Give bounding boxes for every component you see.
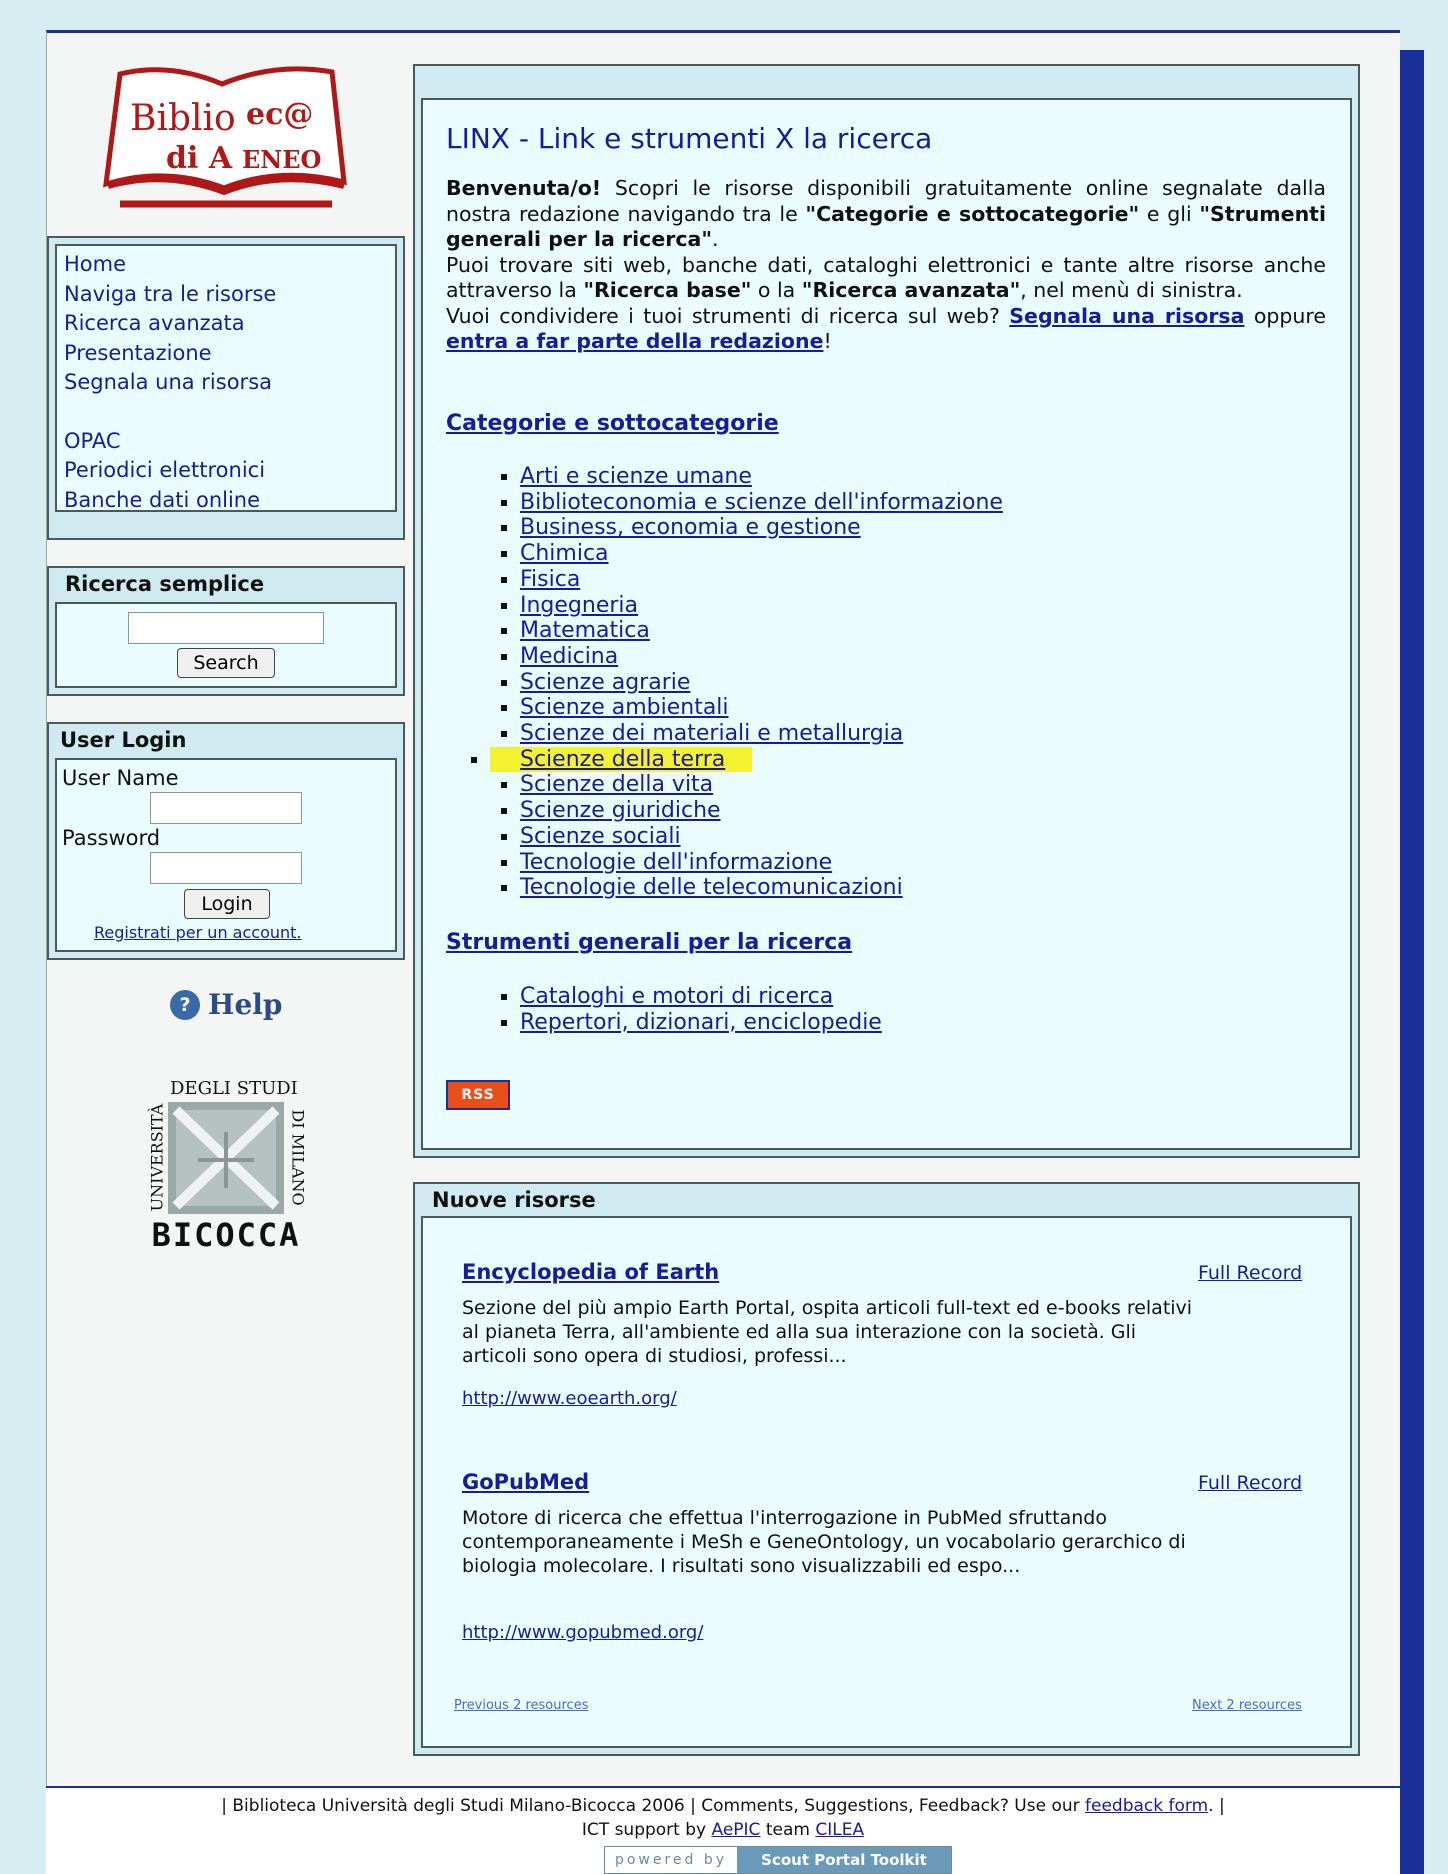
footer: | Biblioteca Università degli Studi Mila…	[46, 1786, 1400, 1874]
tools-list: Cataloghi e motori di ricercaRepertori, …	[470, 984, 882, 1035]
category-link[interactable]: Scienze agrarie	[520, 670, 690, 695]
category-link[interactable]: Scienze giuridiche	[520, 798, 721, 823]
category-item: Scienze della terra	[490, 746, 752, 773]
tools-heading[interactable]: Strumenti generali per la ricerca	[446, 930, 852, 955]
category-link[interactable]: Scienze della terra	[520, 747, 725, 772]
nav-periodici[interactable]: Periodici elettronici	[64, 456, 276, 486]
svg-text:ec@: ec@	[246, 97, 313, 132]
category-item: Tecnologie dell'informazione	[520, 850, 1003, 876]
category-link[interactable]: Fisica	[520, 567, 580, 592]
redazione-link[interactable]: entra a far parte della redazione	[446, 329, 823, 353]
nav-home[interactable]: Home	[64, 250, 276, 280]
category-link[interactable]: Scienze dei materiali e metallurgia	[520, 721, 903, 746]
search-input[interactable]	[128, 612, 324, 644]
resource-2-full-record[interactable]: Full Record	[1198, 1472, 1302, 1494]
search-panel-title: Ricerca semplice	[65, 572, 265, 596]
resource-1-desc: Sezione del più ampio Earth Portal, ospi…	[462, 1297, 1193, 1367]
category-item: Scienze giuridiche	[520, 798, 1003, 824]
page-title: LINX - Link e strumenti X la ricerca	[446, 122, 933, 155]
category-link[interactable]: Business, economia e gestione	[520, 515, 861, 540]
category-item: Arti e scienze umane	[520, 464, 1003, 490]
resource-2-url[interactable]: http://www.gopubmed.org/	[462, 1622, 703, 1643]
category-item: Chimica	[520, 541, 1003, 567]
tool-link[interactable]: Cataloghi e motori di ricerca	[520, 984, 833, 1009]
feedback-link[interactable]: feedback form	[1085, 1796, 1208, 1816]
footer-line-1: | Biblioteca Università degli Studi Mila…	[221, 1796, 1225, 1816]
search-button[interactable]: Search	[177, 648, 275, 678]
category-link[interactable]: Ingegneria	[520, 593, 638, 618]
category-link[interactable]: Scienze ambientali	[520, 695, 729, 720]
resource-2-title[interactable]: GoPubMed	[462, 1470, 589, 1494]
category-link[interactable]: Tecnologie dell'informazione	[520, 850, 832, 875]
new-resources-title: Nuove risorse	[432, 1188, 596, 1212]
categories-heading[interactable]: Categorie e sottocategorie	[446, 411, 779, 436]
username-label: User Name	[62, 766, 179, 790]
svg-text:ENEO: ENEO	[242, 145, 321, 174]
nav-banche-dati[interactable]: Banche dati online	[64, 486, 276, 516]
help-icon: ?	[170, 989, 200, 1020]
nav-naviga[interactable]: Naviga tra le risorse	[64, 280, 276, 310]
category-item: Scienze dei materiali e metallurgia	[520, 721, 1003, 747]
category-link[interactable]: Chimica	[520, 541, 609, 566]
category-item: Matematica	[520, 618, 1003, 644]
powered-by-badge[interactable]: powered by Scout Portal Toolkit	[604, 1846, 952, 1874]
category-item: Scienze ambientali	[520, 695, 1003, 721]
username-field[interactable]	[150, 792, 302, 824]
category-link[interactable]: Scienze della vita	[520, 772, 713, 797]
resource-1-title[interactable]: Encyclopedia of Earth	[462, 1260, 719, 1284]
nav-opac[interactable]: OPAC	[64, 427, 276, 457]
rss-button[interactable]: RSS	[446, 1080, 510, 1110]
category-item: Ingegneria	[520, 593, 1003, 619]
login-panel-title: User Login	[60, 728, 187, 752]
nav-presentazione[interactable]: Presentazione	[64, 339, 276, 369]
previous-resources-link[interactable]: Previous 2 resources	[454, 1698, 588, 1713]
help-link[interactable]: ? Help	[170, 988, 282, 1021]
category-item: Business, economia e gestione	[520, 515, 1003, 541]
tool-link[interactable]: Repertori, dizionari, enciclopedie	[520, 1010, 882, 1035]
register-link[interactable]: Registrati per un account.	[94, 923, 302, 942]
category-link[interactable]: Tecnologie delle telecomunicazioni	[520, 875, 903, 900]
resource-2-desc: Motore di ricerca che effettua l'interro…	[462, 1507, 1186, 1577]
biblioteca-logo[interactable]: Biblio ec@ di A ENEO	[100, 62, 350, 216]
nav-ricerca-avanzata[interactable]: Ricerca avanzata	[64, 309, 276, 339]
resource-1-full-record[interactable]: Full Record	[1198, 1262, 1302, 1284]
category-item: Biblioteconomia e scienze dell'informazi…	[520, 490, 1003, 516]
svg-text:di A: di A	[166, 141, 233, 176]
page-shadow	[1400, 50, 1424, 1874]
cilea-link[interactable]: CILEA	[815, 1820, 864, 1840]
segnala-link[interactable]: Segnala una risorsa	[1009, 304, 1244, 328]
university-logo[interactable]: DEGLI STUDI UNIVERSITÀ DI MILANO BICOCCA	[146, 1078, 308, 1254]
category-link[interactable]: Matematica	[520, 618, 650, 643]
svg-text:Biblio: Biblio	[130, 98, 236, 139]
footer-line-2: ICT support by AePIC team CILEA	[581, 1820, 865, 1840]
categories-list: Arti e scienze umaneBiblioteconomia e sc…	[470, 464, 1003, 901]
category-item: Fisica	[520, 567, 1003, 593]
nav-menu: Home Naviga tra le risorse Ricerca avanz…	[64, 250, 276, 515]
password-field[interactable]	[150, 852, 302, 884]
category-link[interactable]: Medicina	[520, 644, 618, 669]
resource-1-url[interactable]: http://www.eoearth.org/	[462, 1388, 677, 1409]
login-button[interactable]: Login	[184, 889, 270, 919]
category-item: Scienze sociali	[520, 824, 1003, 850]
category-item: Scienze agrarie	[520, 670, 1003, 696]
intro-text: Benvenuta/o! Scopri le risorse disponibi…	[446, 176, 1326, 353]
password-label: Password	[62, 826, 161, 850]
nav-segnala[interactable]: Segnala una risorsa	[64, 368, 276, 398]
tool-item: Repertori, dizionari, enciclopedie	[520, 1010, 882, 1036]
aepic-link[interactable]: AePIC	[712, 1820, 761, 1840]
category-item: Scienze della vita	[520, 772, 1003, 798]
category-link[interactable]: Scienze sociali	[520, 824, 681, 849]
category-item: Medicina	[520, 644, 1003, 670]
category-link[interactable]: Arti e scienze umane	[520, 464, 752, 489]
category-link[interactable]: Biblioteconomia e scienze dell'informazi…	[520, 490, 1003, 515]
next-resources-link[interactable]: Next 2 resources	[1192, 1698, 1302, 1713]
category-item: Tecnologie delle telecomunicazioni	[520, 875, 1003, 901]
tool-item: Cataloghi e motori di ricerca	[520, 984, 882, 1010]
